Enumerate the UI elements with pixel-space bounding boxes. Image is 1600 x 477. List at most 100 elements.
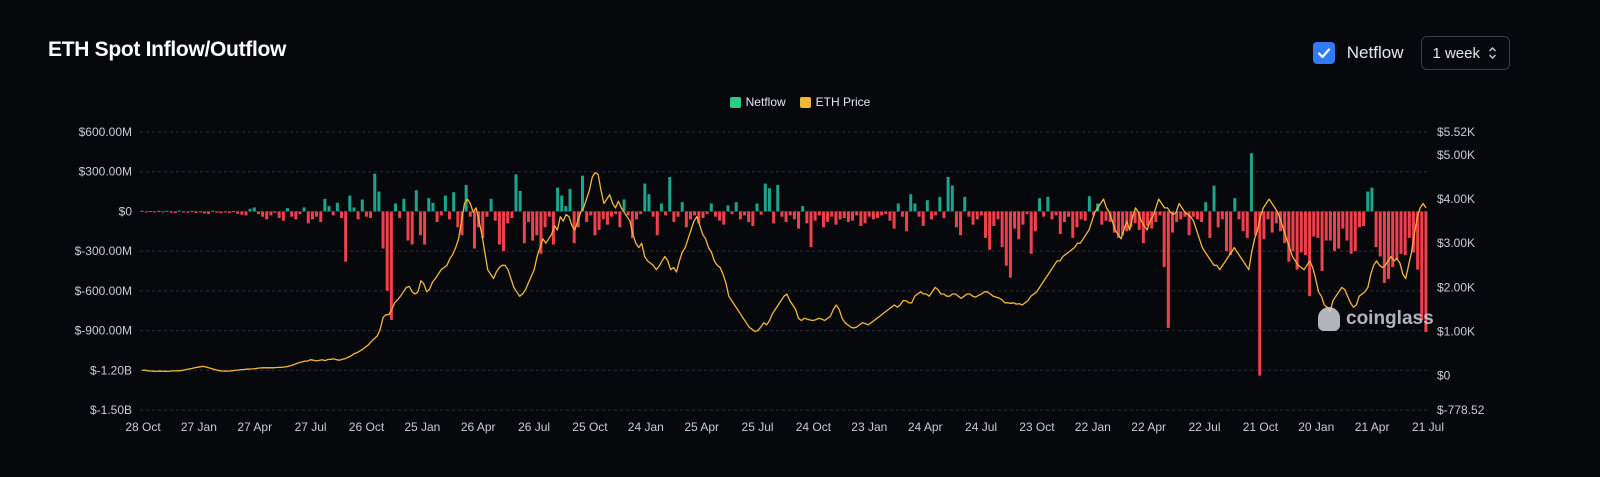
netflow-bar[interactable] xyxy=(406,211,410,241)
netflow-bar[interactable] xyxy=(734,202,738,212)
netflow-bar[interactable] xyxy=(169,211,173,213)
netflow-bar[interactable] xyxy=(1382,211,1386,283)
netflow-bar[interactable] xyxy=(618,211,622,228)
netflow-bar[interactable] xyxy=(605,211,609,225)
netflow-bar[interactable] xyxy=(651,211,655,217)
netflow-bar[interactable] xyxy=(1054,211,1058,216)
netflow-bar[interactable] xyxy=(593,211,597,236)
netflow-bar[interactable] xyxy=(784,211,788,223)
netflow-bar[interactable] xyxy=(813,211,817,221)
netflow-bar[interactable] xyxy=(344,211,348,262)
netflow-bar[interactable] xyxy=(963,196,967,212)
netflow-bar[interactable] xyxy=(489,198,493,212)
netflow-bar[interactable] xyxy=(892,211,896,229)
netflow-bar[interactable] xyxy=(1158,211,1162,216)
netflow-bar[interactable] xyxy=(1407,211,1411,238)
netflow-bar[interactable] xyxy=(157,210,161,212)
netflow-bar[interactable] xyxy=(1403,211,1407,256)
netflow-bar[interactable] xyxy=(996,211,1000,220)
netflow-bar[interactable] xyxy=(364,211,368,217)
netflow-bar[interactable] xyxy=(360,199,364,212)
netflow-bar[interactable] xyxy=(1328,211,1332,241)
netflow-bar[interactable] xyxy=(792,211,796,220)
netflow-bar[interactable] xyxy=(510,211,514,219)
netflow-bar[interactable] xyxy=(1208,211,1212,238)
netflow-bar[interactable] xyxy=(236,211,240,214)
netflow-bar[interactable] xyxy=(526,211,530,223)
netflow-bar[interactable] xyxy=(975,211,979,220)
netflow-bar[interactable] xyxy=(485,211,489,217)
netflow-bar[interactable] xyxy=(788,211,792,216)
netflow-bar[interactable] xyxy=(340,211,343,219)
netflow-bar[interactable] xyxy=(302,207,306,212)
netflow-bar[interactable] xyxy=(1308,211,1312,297)
netflow-bar[interactable] xyxy=(1075,211,1079,228)
netflow-bar[interactable] xyxy=(1245,211,1249,238)
netflow-bar[interactable] xyxy=(589,211,593,216)
netflow-bar[interactable] xyxy=(1038,198,1042,212)
netflow-bar[interactable] xyxy=(855,211,859,216)
netflow-bar[interactable] xyxy=(684,211,688,228)
netflow-bar[interactable] xyxy=(518,190,522,212)
netflow-bar[interactable] xyxy=(1283,211,1287,244)
netflow-bar[interactable] xyxy=(1399,211,1403,254)
netflow-bar[interactable] xyxy=(709,203,713,212)
netflow-bar[interactable] xyxy=(286,208,289,212)
netflow-bar[interactable] xyxy=(1420,211,1424,320)
netflow-bar[interactable] xyxy=(909,194,913,212)
netflow-bar[interactable] xyxy=(826,211,830,223)
netflow-bar[interactable] xyxy=(327,206,331,212)
netflow-bar[interactable] xyxy=(1345,211,1349,241)
netflow-bar[interactable] xyxy=(568,188,572,212)
netflow-bar[interactable] xyxy=(1100,211,1104,225)
netflow-bar[interactable] xyxy=(801,206,805,212)
netflow-bar[interactable] xyxy=(680,202,684,212)
netflow-bar[interactable] xyxy=(1224,211,1228,252)
netflow-bar[interactable] xyxy=(439,211,443,216)
netflow-bar[interactable] xyxy=(900,211,904,217)
netflow-bar[interactable] xyxy=(252,207,256,212)
netflow-bar[interactable] xyxy=(448,211,452,220)
netflow-bar[interactable] xyxy=(938,196,942,212)
netflow-bar[interactable] xyxy=(880,211,884,216)
netflow-bar[interactable] xyxy=(659,203,663,212)
netflow-bar[interactable] xyxy=(298,211,302,215)
netflow-bar[interactable] xyxy=(988,211,992,250)
netflow-bar[interactable] xyxy=(1162,211,1166,268)
netflow-bar[interactable] xyxy=(1249,153,1253,212)
netflow-bar[interactable] xyxy=(394,203,398,212)
netflow-bar[interactable] xyxy=(1287,211,1291,262)
netflow-bar[interactable] xyxy=(493,211,497,221)
netflow-bar[interactable] xyxy=(1303,211,1307,256)
netflow-bar[interactable] xyxy=(240,211,244,215)
netflow-bar[interactable] xyxy=(863,211,867,224)
netflow-bar[interactable] xyxy=(597,211,601,230)
netflow-bar[interactable] xyxy=(979,211,983,216)
netflow-bar[interactable] xyxy=(1033,211,1037,232)
netflow-bar[interactable] xyxy=(423,211,427,245)
netflow-bar[interactable] xyxy=(1357,211,1361,228)
netflow-bar[interactable] xyxy=(664,211,668,216)
netflow-bar[interactable] xyxy=(431,202,435,212)
netflow-bar[interactable] xyxy=(1291,211,1295,252)
netflow-bar[interactable] xyxy=(389,211,393,320)
netflow-bar[interactable] xyxy=(435,211,439,223)
netflow-bar[interactable] xyxy=(859,211,863,226)
netflow-bar[interactable] xyxy=(290,211,294,217)
netflow-bar[interactable] xyxy=(776,184,780,212)
netflow-bar[interactable] xyxy=(1266,211,1270,220)
netflow-bar[interactable] xyxy=(1029,211,1033,254)
netflow-bar[interactable] xyxy=(722,211,726,225)
netflow-bar[interactable] xyxy=(1062,211,1066,223)
netflow-bar[interactable] xyxy=(294,211,298,220)
netflow-bar[interactable] xyxy=(443,195,447,212)
netflow-bar[interactable] xyxy=(319,211,323,223)
netflow-bar[interactable] xyxy=(306,211,310,224)
netflow-bar[interactable] xyxy=(1395,211,1399,260)
netflow-bar[interactable] xyxy=(759,211,763,215)
netflow-bar[interactable] xyxy=(531,211,535,241)
netflow-bar[interactable] xyxy=(277,211,281,219)
netflow-bar[interactable] xyxy=(1195,211,1199,220)
netflow-bar[interactable] xyxy=(373,173,377,212)
netflow-bar[interactable] xyxy=(535,211,539,236)
